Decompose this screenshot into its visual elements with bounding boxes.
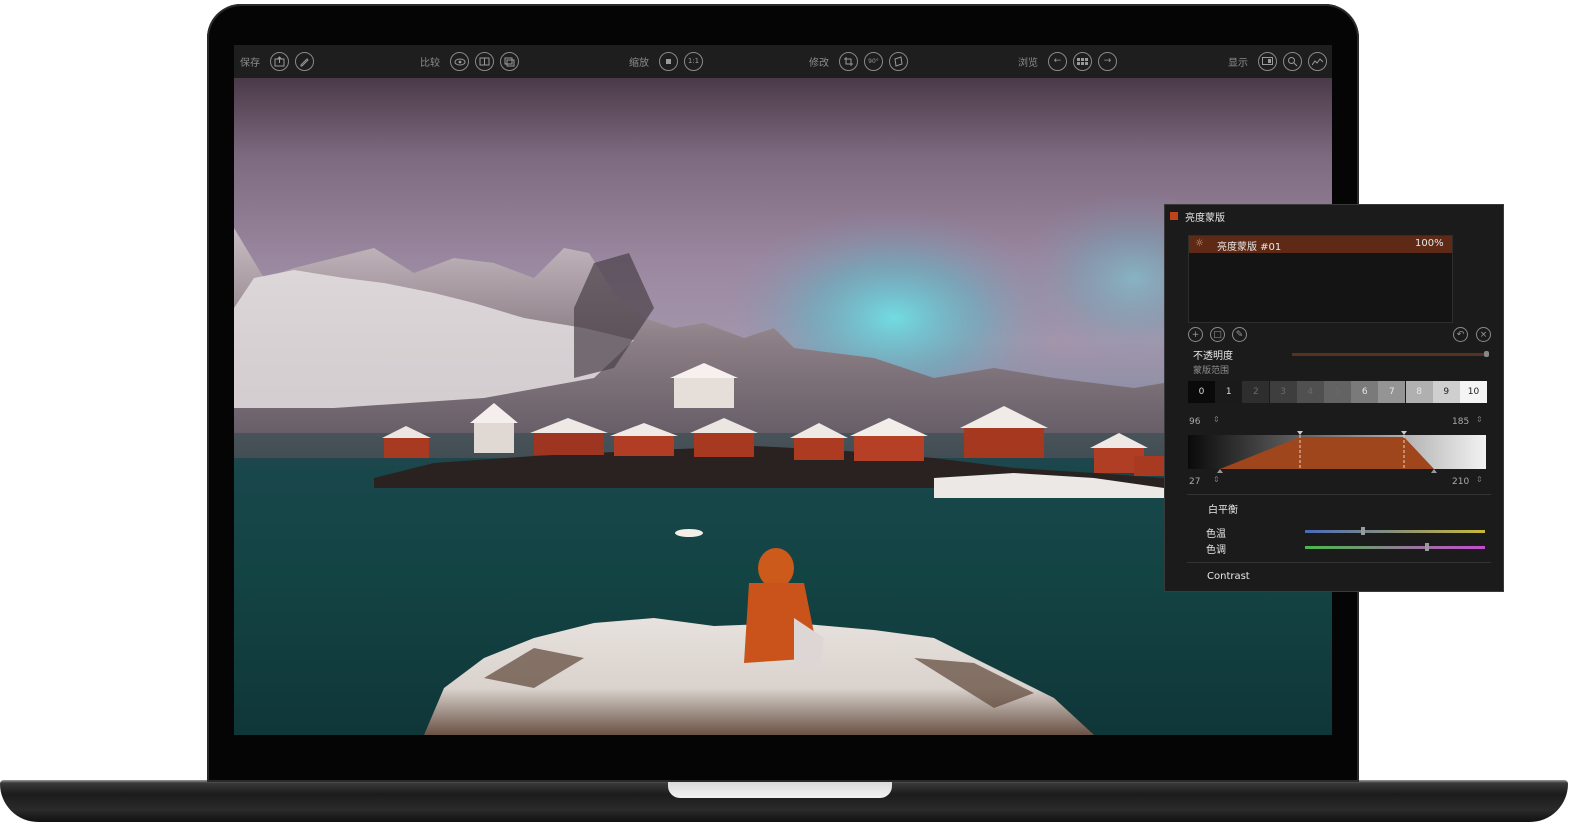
duplicate-icon[interactable]: □ <box>1210 327 1225 342</box>
display-label: 显示 <box>1228 58 1248 69</box>
range-bottom-right[interactable]: 210 <box>1452 477 1469 487</box>
range-label: 蒙版范围 <box>1193 366 1230 376</box>
zone-button[interactable]: 2 <box>1242 381 1270 403</box>
compare-group: 比较 <box>420 50 519 73</box>
loupe-icon[interactable] <box>1283 52 1302 71</box>
zone-button[interactable]: 5 <box>1324 381 1351 403</box>
zone-button[interactable]: 3 <box>1269 381 1297 403</box>
stepper-icon[interactable]: ⇕ <box>1476 415 1483 424</box>
layer-name: 亮度蒙版 #01 <box>1217 242 1282 253</box>
straighten-icon[interactable] <box>889 52 908 71</box>
zone-button[interactable]: 7 <box>1378 381 1406 403</box>
range-bottom-left[interactable]: 27 <box>1189 477 1200 487</box>
tint-label: 色调 <box>1206 545 1226 556</box>
undo-icon[interactable]: ↶ <box>1453 327 1468 342</box>
temperature-knob[interactable] <box>1360 527 1365 535</box>
grid-icon[interactable] <box>1073 52 1092 71</box>
rotate-icon[interactable]: 90° <box>864 52 883 71</box>
save-group: 保存 <box>240 50 314 73</box>
fit-icon[interactable] <box>659 52 678 71</box>
tint-knob[interactable] <box>1425 543 1430 551</box>
contrast-label: Contrast <box>1207 571 1250 582</box>
display-group: 显示 <box>1228 50 1327 73</box>
browse-group: 浏览 ← → <box>1018 50 1117 73</box>
next-icon[interactable]: → <box>1098 52 1117 71</box>
zone-button[interactable]: 10 <box>1460 381 1487 403</box>
one-to-one-icon[interactable]: 1:1 <box>684 52 703 71</box>
divider <box>1187 562 1491 563</box>
zone-button[interactable]: 9 <box>1432 381 1460 403</box>
white-balance-label: 白平衡 <box>1208 505 1238 516</box>
zoom-label: 缩放 <box>629 58 649 69</box>
edit-mask-icon[interactable]: ✎ <box>1232 327 1247 342</box>
mask-range-curve[interactable] <box>1188 431 1486 473</box>
range-top-right[interactable]: 185 <box>1452 417 1469 427</box>
zoom-group: 缩放 1:1 <box>629 50 703 73</box>
histogram-icon[interactable] <box>1308 52 1327 71</box>
opacity-slider[interactable] <box>1292 351 1489 357</box>
temperature-slider[interactable] <box>1305 527 1485 535</box>
save-label: 保存 <box>240 58 260 69</box>
panel-title: 亮度蒙版 <box>1185 213 1225 224</box>
stepper-icon[interactable]: ⇕ <box>1213 475 1220 484</box>
modify-label: 修改 <box>809 58 829 69</box>
zone-button[interactable]: 0 <box>1188 381 1215 403</box>
edit-export-icon[interactable] <box>295 52 314 71</box>
modify-group: 修改 90° <box>809 50 908 73</box>
mask-layer-list: ☼ 亮度蒙版 #01 100% <box>1188 235 1453 323</box>
display-mode-icon[interactable] <box>1258 52 1277 71</box>
range-top-left[interactable]: 96 <box>1189 417 1200 427</box>
compare-label: 比较 <box>420 58 440 69</box>
export-icon[interactable] <box>270 52 289 71</box>
tint-slider[interactable] <box>1305 543 1485 551</box>
stepper-icon[interactable]: ⇕ <box>1213 415 1220 424</box>
luminosity-mask-panel: 亮度蒙版 ☼ 亮度蒙版 #01 100% + □ ✎ ↶ × 不透明度 蒙版范围… <box>1164 204 1504 592</box>
laptop-notch <box>668 780 892 798</box>
zone-button[interactable]: 8 <box>1405 381 1433 403</box>
panel-status-dot <box>1170 212 1178 220</box>
layer-opacity: 100% <box>1415 238 1444 249</box>
laptop-base <box>0 780 1568 822</box>
eye-icon[interactable] <box>450 52 469 71</box>
crop-icon[interactable] <box>839 52 858 71</box>
split-view-icon[interactable] <box>475 52 494 71</box>
previous-icon[interactable]: ← <box>1048 52 1067 71</box>
sun-icon: ☼ <box>1195 238 1204 249</box>
zone-button[interactable]: 4 <box>1296 381 1324 403</box>
zone-button[interactable]: 6 <box>1351 381 1379 403</box>
zone-button[interactable]: 1 <box>1215 381 1243 403</box>
before-after-icon[interactable] <box>500 52 519 71</box>
opacity-knob[interactable] <box>1484 351 1489 357</box>
add-icon[interactable]: + <box>1188 327 1203 342</box>
stepper-icon[interactable]: ⇕ <box>1476 475 1483 484</box>
mask-layer-row[interactable]: ☼ 亮度蒙版 #01 100% <box>1189 236 1452 253</box>
temperature-label: 色温 <box>1206 529 1226 540</box>
browse-label: 浏览 <box>1018 58 1038 69</box>
toolbar: 保存 比较 缩放 1:1 修改 90° 浏览 ← → 显示 <box>234 45 1332 79</box>
divider <box>1187 494 1491 495</box>
opacity-label: 不透明度 <box>1193 351 1233 362</box>
boat-light <box>675 529 703 537</box>
trash-icon[interactable]: × <box>1476 327 1491 342</box>
